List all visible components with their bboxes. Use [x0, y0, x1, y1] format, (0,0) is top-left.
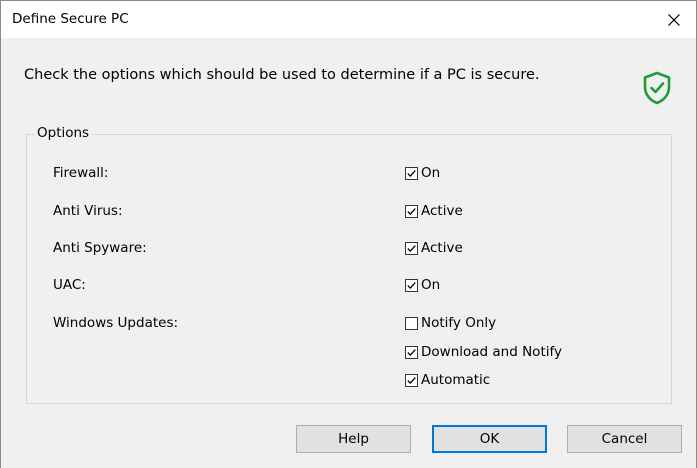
checkbox-box: [405, 241, 418, 255]
checkmark-icon: [407, 348, 416, 356]
firewall-on-checkbox[interactable]: On: [405, 165, 440, 181]
checkbox-box: [405, 166, 418, 180]
notify-only-checkbox[interactable]: Notify Only: [405, 315, 496, 331]
download-and-notify-checkbox[interactable]: Download and Notify: [405, 344, 562, 360]
shield-check-icon: [643, 71, 671, 105]
options-groupbox: [26, 134, 672, 404]
antivirus-active-checkbox[interactable]: Active: [405, 203, 463, 219]
checkbox-box: [405, 204, 418, 218]
cancel-button[interactable]: Cancel: [567, 425, 682, 453]
close-icon: [667, 13, 680, 26]
title-bar: Define Secure PC: [1, 1, 696, 38]
checkbox-box: [405, 278, 418, 292]
automatic-checkbox[interactable]: Automatic: [405, 372, 490, 388]
antivirus-label: Anti Virus:: [53, 203, 123, 219]
checkbox-label: Download and Notify: [421, 344, 562, 360]
checkbox-label: On: [421, 165, 441, 181]
checkbox-box: [405, 345, 418, 359]
ok-button[interactable]: OK: [432, 425, 547, 453]
uac-label: UAC:: [53, 277, 86, 293]
checkmark-icon: [407, 281, 416, 289]
checkbox-box: [405, 316, 418, 330]
antispyware-label: Anti Spyware:: [53, 240, 147, 256]
uac-on-checkbox[interactable]: On: [405, 277, 440, 293]
checkbox-label: Notify Only: [421, 315, 497, 331]
checkmark-icon: [407, 169, 416, 177]
firewall-label: Firewall:: [53, 165, 109, 181]
checkbox-label: On: [421, 277, 441, 293]
antispyware-active-checkbox[interactable]: Active: [405, 240, 463, 256]
checkbox-label: Automatic: [421, 372, 491, 388]
close-button[interactable]: [651, 1, 696, 38]
windows-updates-label: Windows Updates:: [53, 315, 179, 331]
window-title: Define Secure PC: [12, 11, 129, 27]
options-group-legend: Options: [34, 125, 93, 141]
help-button[interactable]: Help: [296, 425, 411, 453]
checkmark-icon: [407, 207, 416, 215]
define-secure-pc-dialog: Define Secure PC Check the options which…: [0, 0, 697, 468]
checkbox-label: Active: [421, 240, 463, 256]
instruction-text: Check the options which should be used t…: [24, 67, 540, 83]
checkmark-icon: [407, 244, 416, 252]
checkbox-box: [405, 373, 418, 387]
checkmark-icon: [407, 376, 416, 384]
checkbox-label: Active: [421, 203, 463, 219]
